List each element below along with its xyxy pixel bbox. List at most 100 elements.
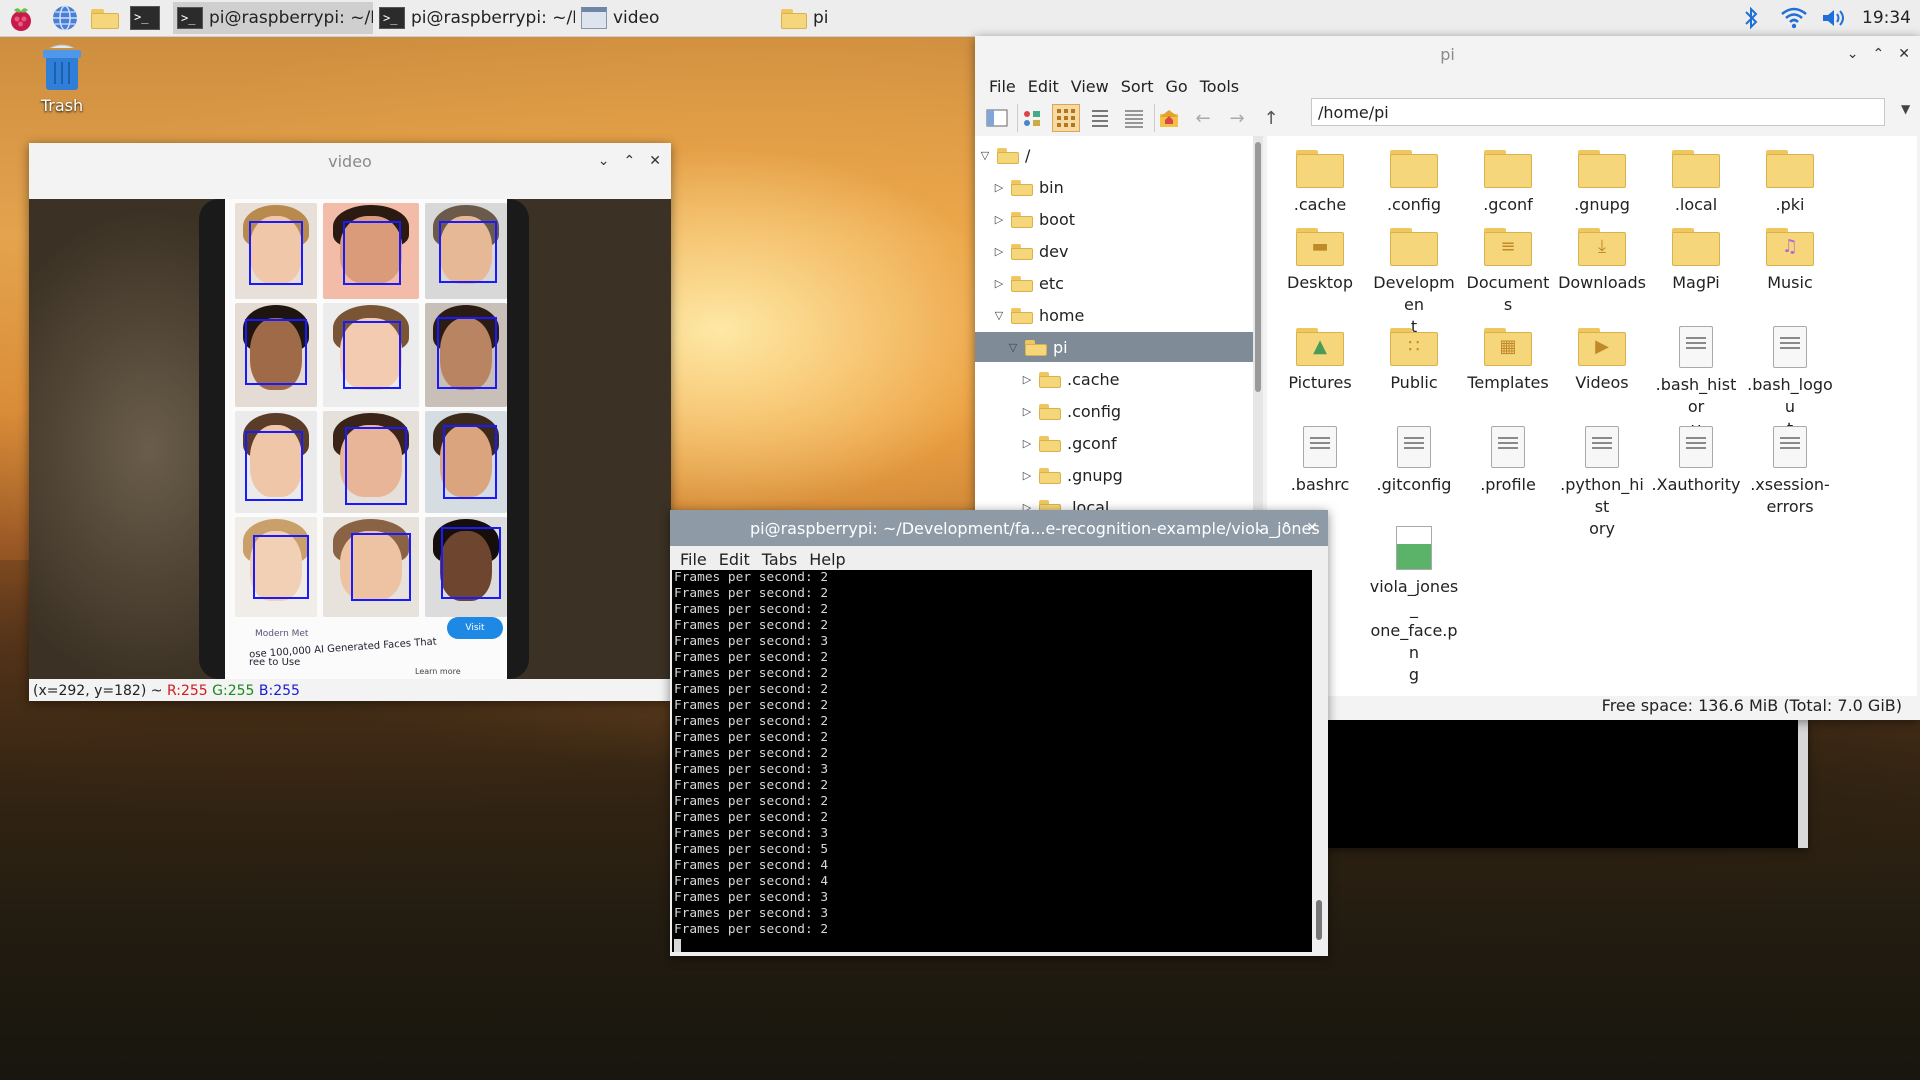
file-item[interactable]: .profile: [1463, 426, 1553, 496]
file-item[interactable]: .Xauthority: [1651, 426, 1741, 496]
bluetooth-icon[interactable]: [1742, 0, 1760, 36]
tree-item[interactable]: ▷ .gnupg: [975, 460, 1253, 490]
file-item[interactable]: MagPi: [1651, 226, 1741, 294]
file-item[interactable]: ∷ Public: [1369, 326, 1459, 394]
tree-item[interactable]: ▷ bin: [975, 172, 1253, 202]
menu-tools[interactable]: Tools: [1200, 77, 1239, 96]
file-item[interactable]: ▦ Templates: [1463, 326, 1553, 394]
trash-desktop-item[interactable]: Trash: [36, 44, 88, 115]
terminal-line: Frames per second: 2: [674, 778, 829, 793]
minimize-icon[interactable]: ⌄: [1847, 46, 1859, 62]
menu-sort[interactable]: Sort: [1121, 77, 1154, 96]
volume-icon[interactable]: [1820, 0, 1850, 36]
close-icon[interactable]: ✕: [1898, 46, 1910, 62]
file-item[interactable]: .gnupg: [1557, 148, 1647, 216]
terminal-output[interactable]: Frames per second: 2 Frames per second: 2…: [672, 570, 1312, 952]
expander-closed-icon[interactable]: ▷: [1021, 405, 1033, 418]
taskbar-task-terminal-1[interactable]: >_ pi@raspberrypi: ~/De...: [173, 2, 373, 34]
maximize-icon[interactable]: ⌃: [624, 153, 636, 169]
view-icons-icon[interactable]: [1052, 104, 1080, 132]
up-arrow-icon[interactable]: ↑: [1257, 104, 1285, 132]
file-manager-launcher-icon[interactable]: [90, 3, 120, 33]
back-arrow-icon[interactable]: ←: [1189, 104, 1217, 132]
menu-edit[interactable]: Edit: [719, 550, 750, 569]
file-item[interactable]: .xsession- errors: [1745, 426, 1835, 518]
expander-closed-icon[interactable]: ▷: [1021, 437, 1033, 450]
file-item[interactable]: .pki: [1745, 148, 1835, 216]
menu-edit[interactable]: Edit: [1028, 77, 1059, 96]
taskbar-task-video[interactable]: video: [577, 2, 777, 34]
file-item[interactable]: ≡ Documents: [1463, 226, 1553, 316]
minimize-icon[interactable]: ⌄: [1255, 520, 1267, 536]
expander-closed-icon[interactable]: ▷: [1021, 373, 1033, 386]
tree-item[interactable]: ▷ .config: [975, 396, 1253, 426]
file-item[interactable]: .local: [1651, 148, 1741, 216]
video-frame[interactable]: Modern Met ose 100,000 AI Generated Face…: [29, 199, 671, 679]
video-titlebar[interactable]: video ⌄ ⌃ ✕: [29, 143, 671, 179]
tree-item[interactable]: ▷ boot: [975, 204, 1253, 234]
expander-open-icon[interactable]: ▽: [1007, 341, 1019, 354]
file-item[interactable]: ⤓ Downloads: [1557, 226, 1647, 294]
tree-item[interactable]: ▽ /: [975, 140, 1249, 170]
tree-item[interactable]: ▷ dev: [975, 236, 1253, 266]
terminal-scrollbar[interactable]: [1312, 570, 1326, 952]
file-item[interactable]: .python_hist ory: [1557, 426, 1647, 540]
taskbar-task-terminal-2[interactable]: >_ pi@raspberrypi: ~/De...: [375, 2, 575, 34]
menu-tabs[interactable]: Tabs: [762, 550, 797, 569]
file-item[interactable]: Developmen t: [1369, 226, 1459, 338]
view-compact-icon[interactable]: [1086, 104, 1114, 132]
location-bar[interactable]: /home/pi: [1311, 98, 1885, 126]
file-item[interactable]: .cache: [1275, 148, 1365, 216]
tree-item[interactable]: ▽ home: [975, 300, 1253, 330]
maximize-icon[interactable]: ⌃: [1873, 46, 1885, 62]
menu-view[interactable]: View: [1071, 77, 1109, 96]
home-icon[interactable]: [1154, 104, 1183, 132]
fm-titlebar[interactable]: pi ⌄ ⌃ ✕: [975, 36, 1920, 72]
file-item[interactable]: .bashrc: [1275, 426, 1365, 496]
tree-scrollbar[interactable]: [1253, 136, 1263, 546]
menu-go[interactable]: Go: [1166, 77, 1188, 96]
folder-icon: [1672, 226, 1720, 266]
background-terminal-window[interactable]: [1326, 720, 1808, 848]
forward-arrow-icon[interactable]: →: [1223, 104, 1251, 132]
file-item[interactable]: ▲ Pictures: [1275, 326, 1365, 394]
tree-item[interactable]: ▷ .cache: [975, 364, 1253, 394]
maximize-icon[interactable]: ⌃: [1281, 520, 1293, 536]
view-icons-large-icon[interactable]: [1017, 104, 1046, 132]
taskbar-task-pi[interactable]: pi: [777, 2, 977, 34]
menu-file[interactable]: File: [680, 550, 707, 569]
menu-file[interactable]: File: [989, 77, 1016, 96]
expander-closed-icon[interactable]: ▷: [993, 213, 1005, 226]
terminal-launcher-icon[interactable]: >_: [130, 3, 160, 33]
file-item[interactable]: ♫ Music: [1745, 226, 1835, 294]
file-item[interactable]: .config: [1369, 148, 1459, 216]
wifi-icon[interactable]: [1780, 0, 1808, 36]
terminal-titlebar[interactable]: pi@raspberrypi: ~/Development/fa...e-rec…: [670, 510, 1328, 546]
view-list-icon[interactable]: [1120, 104, 1148, 132]
close-icon[interactable]: ✕: [1306, 520, 1318, 536]
expander-open-icon[interactable]: ▽: [979, 149, 991, 162]
location-dropdown-icon[interactable]: ▼: [1901, 102, 1910, 116]
clock[interactable]: 19:34: [1862, 0, 1911, 36]
expander-closed-icon[interactable]: ▷: [1021, 469, 1033, 482]
minimize-icon[interactable]: ⌄: [598, 153, 610, 169]
expander-closed-icon[interactable]: ▷: [993, 181, 1005, 194]
browser-icon[interactable]: [50, 3, 80, 33]
menu-help[interactable]: Help: [809, 550, 845, 569]
file-item[interactable]: ▶ Videos: [1557, 326, 1647, 394]
tree-item[interactable]: ▽ pi: [975, 332, 1253, 362]
expander-closed-icon[interactable]: ▷: [993, 245, 1005, 258]
tree-item[interactable]: ▷ etc: [975, 268, 1253, 298]
file-item[interactable]: viola_jones_ one_face.pn g: [1369, 526, 1459, 686]
close-icon[interactable]: ✕: [649, 153, 661, 169]
tree-item[interactable]: ▷ .gconf: [975, 428, 1253, 458]
expander-closed-icon[interactable]: ▷: [993, 277, 1005, 290]
file-item[interactable]: .bash_logou t: [1745, 326, 1835, 440]
sidebar-toggle-icon[interactable]: [983, 104, 1011, 132]
file-item[interactable]: .bash_histor y: [1651, 326, 1741, 440]
file-item[interactable]: ▬ Desktop: [1275, 226, 1365, 294]
raspberry-menu-icon[interactable]: [6, 3, 36, 33]
expander-open-icon[interactable]: ▽: [993, 309, 1005, 322]
file-item[interactable]: .gconf: [1463, 148, 1553, 216]
file-item[interactable]: .gitconfig: [1369, 426, 1459, 496]
